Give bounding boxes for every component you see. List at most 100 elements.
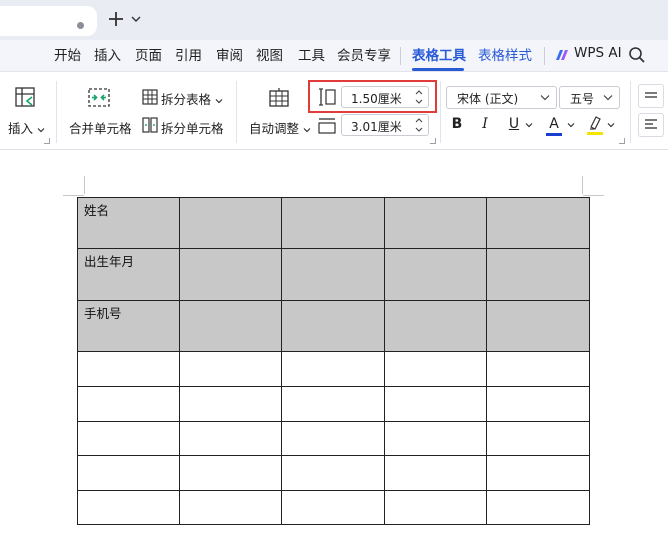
menu-item-view[interactable]: 视图	[256, 46, 283, 68]
bold-button[interactable]: B	[450, 116, 464, 134]
table-cell[interactable]	[486, 421, 590, 456]
split-cells-icon[interactable]	[142, 117, 158, 133]
menu-item-page[interactable]: 页面	[135, 46, 162, 68]
table-cell[interactable]	[77, 351, 180, 387]
table-cell[interactable]	[179, 248, 282, 301]
table-cell[interactable]	[384, 300, 487, 352]
merge-cells-button[interactable]: 合并单元格	[69, 118, 132, 137]
table-cell[interactable]	[486, 351, 590, 387]
margin-corner-mark	[582, 176, 583, 194]
merge-cells-icon[interactable]	[87, 86, 111, 110]
table-cell[interactable]	[281, 197, 385, 249]
table-cell[interactable]	[77, 455, 180, 491]
chevron-down-icon	[215, 98, 223, 103]
font-color-chevron-down-icon[interactable]	[567, 121, 575, 129]
insert-table-icon[interactable]	[14, 86, 38, 110]
table-cell[interactable]	[384, 421, 487, 456]
table-cell[interactable]	[179, 300, 282, 352]
table-cell-name-label[interactable]: 姓名	[77, 197, 180, 249]
table-cell[interactable]	[179, 351, 282, 387]
table-cell[interactable]	[486, 386, 590, 422]
menu-item-table-tools[interactable]: 表格工具	[412, 46, 466, 68]
table-cell[interactable]	[179, 455, 282, 491]
document-tab[interactable]	[0, 6, 97, 36]
wps-ai-label: WPS AI	[574, 45, 622, 61]
table-cell[interactable]	[281, 421, 385, 456]
table-row	[77, 421, 590, 456]
new-tab-button[interactable]	[106, 9, 126, 29]
insert-button[interactable]: 插入	[8, 118, 45, 137]
table-cell[interactable]	[486, 248, 590, 301]
table-cell[interactable]	[384, 386, 487, 422]
menu-item-review[interactable]: 审阅	[216, 46, 243, 68]
auto-adjust-button[interactable]: 自动调整	[249, 118, 311, 137]
chevron-down-icon	[603, 95, 613, 101]
table-cell[interactable]	[179, 386, 282, 422]
table-cell[interactable]	[281, 386, 385, 422]
split-table-icon[interactable]	[142, 89, 158, 105]
table-cell[interactable]	[77, 490, 180, 525]
table-cell[interactable]	[486, 490, 590, 525]
menu-item-tools[interactable]: 工具	[298, 46, 325, 68]
align-left-icon	[645, 119, 657, 129]
underline-button[interactable]: U	[507, 116, 521, 134]
ribbon-separator	[630, 81, 631, 143]
table-cell[interactable]	[384, 248, 487, 301]
margin-corner-mark	[583, 195, 604, 196]
group-launcher-icon[interactable]	[430, 138, 436, 144]
table-cell-phone-label[interactable]: 手机号	[77, 300, 180, 352]
margin-corner-mark	[84, 176, 85, 194]
italic-button[interactable]: I	[478, 116, 492, 134]
table-row: 手机号	[77, 300, 590, 352]
tab-list-chevron-down-icon[interactable]	[130, 13, 142, 25]
table-cell[interactable]	[281, 351, 385, 387]
table-cell[interactable]	[281, 248, 385, 301]
font-color-glyph: A	[549, 116, 559, 132]
table-cell[interactable]	[179, 490, 282, 525]
table-cell[interactable]	[281, 455, 385, 491]
table-cell[interactable]	[486, 455, 590, 491]
active-tab-underline	[412, 68, 464, 71]
ribbon-separator	[236, 81, 237, 143]
table-cell[interactable]	[486, 197, 590, 249]
search-icon[interactable]	[628, 46, 646, 64]
menu-item-start[interactable]: 开始	[54, 46, 81, 68]
font-name-select[interactable]: 宋体 (正文)	[446, 86, 557, 109]
highlighter-icon	[590, 116, 601, 130]
paragraph-align-button[interactable]	[638, 113, 664, 137]
table-cell[interactable]	[281, 490, 385, 525]
highlight-color-button[interactable]	[587, 115, 603, 135]
group-launcher-icon[interactable]	[619, 138, 625, 144]
table-row	[77, 386, 590, 422]
font-size-select[interactable]: 五号	[559, 86, 620, 109]
document-table[interactable]: 姓名 出生年月 手机号	[77, 197, 590, 525]
auto-adjust-icon[interactable]	[268, 87, 290, 109]
table-cell[interactable]	[384, 351, 487, 387]
column-width-input[interactable]: 3.01厘米	[341, 114, 429, 136]
margin-corner-mark	[63, 195, 84, 196]
table-cell[interactable]	[179, 197, 282, 249]
split-table-button[interactable]: 拆分表格	[161, 89, 223, 108]
table-cell[interactable]	[281, 300, 385, 352]
table-cell[interactable]	[77, 386, 180, 422]
table-cell[interactable]	[384, 455, 487, 491]
menu-item-member[interactable]: 会员专享	[337, 46, 391, 68]
spinner-arrows-icon[interactable]	[414, 116, 424, 134]
table-cell[interactable]	[486, 300, 590, 352]
font-color-button[interactable]: A	[546, 116, 562, 136]
table-cell[interactable]	[384, 490, 487, 525]
table-cell-birth-label[interactable]: 出生年月	[77, 248, 180, 301]
annotation-highlight-box	[308, 80, 437, 113]
menu-item-insert[interactable]: 插入	[94, 46, 121, 68]
highlight-chevron-down-icon[interactable]	[607, 121, 615, 129]
split-cells-button[interactable]: 拆分单元格	[161, 118, 224, 137]
table-cell[interactable]	[77, 421, 180, 456]
paragraph-top-button[interactable]	[638, 84, 664, 108]
group-launcher-icon[interactable]	[44, 138, 50, 144]
menu-item-references[interactable]: 引用	[175, 46, 202, 68]
menu-item-table-style[interactable]: 表格样式	[478, 46, 532, 68]
table-cell[interactable]	[384, 197, 487, 249]
table-cell[interactable]	[179, 421, 282, 456]
auto-adjust-label: 自动调整	[249, 121, 300, 136]
underline-chevron-down-icon[interactable]	[525, 121, 533, 129]
